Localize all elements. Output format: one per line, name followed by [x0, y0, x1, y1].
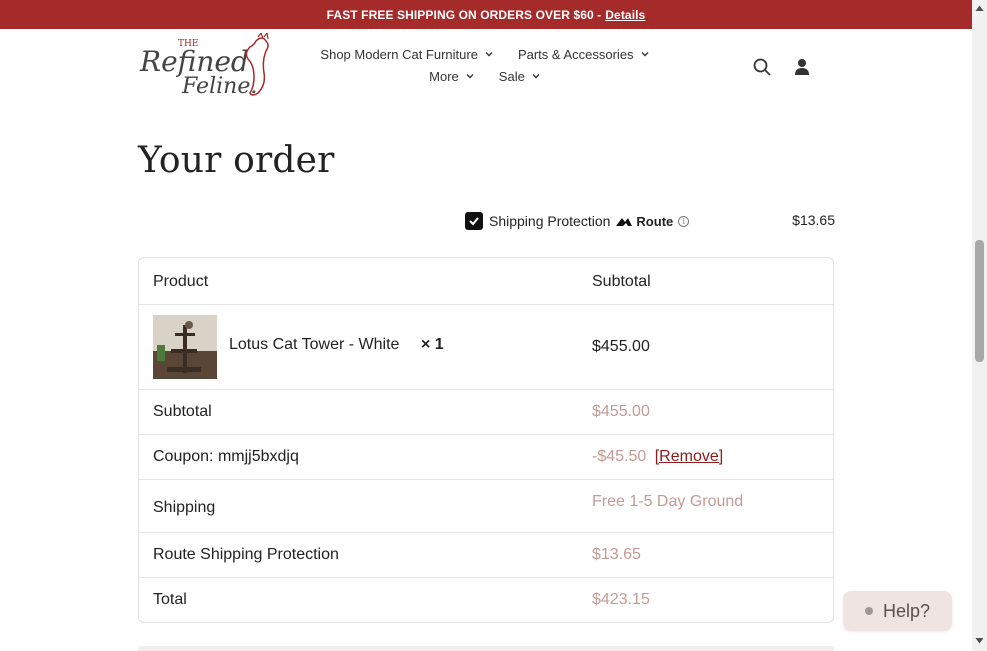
product-thumbnail[interactable] [153, 315, 217, 379]
user-icon[interactable] [792, 57, 812, 77]
route-brand: Route [636, 213, 674, 229]
promo-text: FAST FREE SHIPPING ON ORDERS OVER $60 - [326, 7, 602, 22]
nav-label: More [429, 68, 459, 84]
cat-tower-image [153, 315, 217, 379]
nav-label: Parts & Accessories [517, 46, 634, 62]
nav-more[interactable]: More [429, 69, 475, 84]
coupon-value: -$45.50 [592, 448, 647, 465]
nav-parts-accessories[interactable]: Parts & Accessories [518, 47, 650, 62]
scroll-down-icon[interactable] [975, 637, 984, 645]
help-label: Help? [882, 600, 931, 621]
shipping-protection: Shipping Protection Route i $13.65 [465, 210, 835, 232]
shipping-label: Shipping [153, 499, 216, 516]
page-scrollbar[interactable] [972, 0, 987, 651]
scrollbar-thumb[interactable] [975, 240, 984, 362]
next-section-edge [138, 646, 834, 651]
table-row: Total $423.15 [139, 578, 833, 622]
table-row: Lotus Cat Tower - White × 1 $455.00 [139, 305, 833, 390]
remove-coupon-link[interactable]: [Remove] [655, 448, 723, 465]
order-table: Product Subtotal Lotus Cat Tower - White… [138, 257, 834, 623]
header-product: Product [153, 273, 209, 290]
table-header: Product Subtotal [139, 258, 833, 305]
product-name[interactable]: Lotus Cat Tower - White [229, 336, 399, 354]
nav-label: Shop Modern Cat Furniture [320, 46, 478, 62]
coupon-value-group: -$45.50 [Remove] [592, 448, 723, 466]
details-link[interactable]: Details [605, 8, 645, 22]
site-header: THE Refined Feline. Shop Modern Cat Furn… [0, 29, 972, 109]
checkmark-icon [469, 217, 479, 226]
shipping-protection-checkbox[interactable] [465, 212, 483, 230]
help-button[interactable]: Help? [843, 591, 952, 631]
info-icon[interactable]: i [678, 215, 690, 227]
subtotal-label: Subtotal [153, 403, 212, 420]
chevron-down-icon [532, 74, 540, 79]
site-logo[interactable]: THE Refined Feline. [138, 31, 283, 101]
help-dot-icon [864, 607, 873, 615]
route-logo: Route [616, 214, 673, 229]
logo-graphic: THE Refined Feline. [139, 31, 269, 99]
table-row: Subtotal $455.00 [139, 390, 833, 435]
product-price: $455.00 [592, 338, 650, 355]
coupon-label: Coupon: mmjj5bxdjq [153, 448, 299, 465]
nav-label: Sale [498, 68, 525, 84]
header-subtotal: Subtotal [592, 273, 651, 290]
product-quantity: × 1 [421, 336, 444, 353]
chevron-down-icon [485, 52, 493, 57]
table-row: Route Shipping Protection $13.65 [139, 533, 833, 578]
route-protection-label: Route Shipping Protection [153, 546, 339, 563]
shipping-value: Free 1-5 Day Ground [592, 493, 744, 510]
total-value: $423.15 [592, 591, 650, 608]
route-icon [616, 218, 633, 226]
promo-banner: FAST FREE SHIPPING ON ORDERS OVER $60 - … [0, 0, 972, 29]
page-title: Your order [138, 140, 335, 181]
route-protection-value: $13.65 [592, 546, 641, 563]
search-icon[interactable] [752, 57, 772, 77]
total-label: Total [153, 591, 187, 608]
nav-sale[interactable]: Sale [499, 69, 541, 84]
table-row: Coupon: mmjj5bxdjq -$45.50 [Remove] [139, 435, 833, 480]
shipping-protection-label: Shipping Protection [489, 213, 611, 229]
logo-line2: Feline. [181, 74, 257, 99]
nav-shop-modern-cat-furniture[interactable]: Shop Modern Cat Furniture [320, 47, 494, 62]
shipping-protection-price: $13.65 [792, 212, 835, 228]
chevron-down-icon [466, 74, 474, 79]
chevron-down-icon [641, 52, 649, 57]
main-nav: Shop Modern Cat Furniture Parts & Access… [300, 43, 670, 87]
table-row: Shipping Free 1-5 Day Ground [139, 480, 833, 533]
subtotal-value: $455.00 [592, 403, 650, 420]
scroll-up-icon[interactable] [975, 4, 984, 12]
